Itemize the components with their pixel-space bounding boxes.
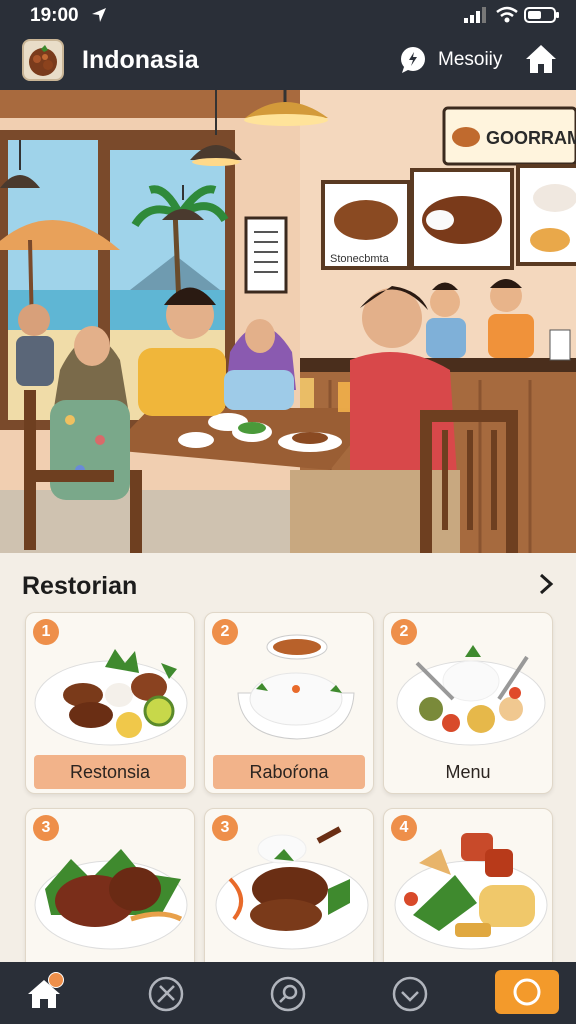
header-action-button[interactable]: Mesoiiy [398,44,502,76]
section-title: Restorian [22,572,138,600]
restaurant-card[interactable]: 2 Raboŕona [204,612,374,794]
card-number-badge: 2 [391,619,417,645]
status-bar: 19:00 [0,0,576,30]
card-number-badge: 4 [391,815,417,841]
grilled-meat-dish-icon [34,649,188,746]
card-label: Raboŕona [213,755,365,789]
nav-active-button[interactable] [495,970,559,1014]
nav-search-icon[interactable] [268,974,308,1014]
app-header: Indonasia Mesoiiy [0,36,576,86]
rice-meat-dish-icon [215,826,369,950]
bottom-nav [0,962,576,1024]
status-time: 19:00 [30,5,79,26]
chevron-right-icon[interactable] [536,572,556,596]
beef-dish-icon [34,849,188,950]
hero-sign-text: GOORRAM [486,128,576,148]
circle-icon [513,978,541,1006]
home-icon[interactable] [524,42,558,76]
card-number-badge: 3 [212,815,238,841]
header-action-label: Mesoiiy [438,49,503,70]
hero-illustration: GOORRAM Stonecbmta [0,90,576,553]
card-label: Restonsia [34,755,186,789]
restaurant-card[interactable]: 1 Restonsia [25,612,195,794]
notification-badge [48,972,64,988]
card-number-badge: 3 [33,815,59,841]
card-number-badge: 1 [33,619,59,645]
page-title: Indonasia [82,46,199,74]
menu-card[interactable]: 2 Menu [383,612,553,794]
card-number-badge: 2 [212,619,238,645]
rice-soup-dish-icon [237,634,355,740]
chat-icon [401,47,425,73]
nav-check-icon[interactable] [390,974,430,1014]
card-label: Menu [445,762,491,782]
battery-icon [524,7,559,23]
wifi-icon [496,6,518,23]
nav-tools-icon[interactable] [146,974,186,1014]
location-arrow-icon [92,8,106,22]
fried-snack-dish-icon [394,833,548,950]
rice-plate-dish-icon [396,645,546,746]
app-food-icon[interactable] [22,39,64,81]
section-header: Restorian [0,556,576,612]
top-bar: 19:00 Indonasia Mesoiiy [0,0,576,90]
signal-icon [464,7,486,23]
hero-menu-board-caption: Stonecbmta [330,253,390,265]
